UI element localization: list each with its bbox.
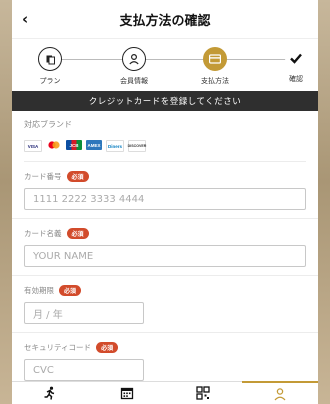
- calendar-icon: [120, 387, 133, 400]
- visa-logo: VISA: [24, 140, 42, 152]
- background-right: [318, 0, 330, 404]
- nav-mypage[interactable]: [241, 381, 318, 404]
- card-name-input[interactable]: YOUR NAME: [24, 245, 306, 267]
- amex-logo: AMEX: [86, 140, 102, 150]
- credit-card-icon: [203, 47, 227, 71]
- jcb-logo: JCB: [66, 140, 82, 150]
- step-confirm: 確認: [266, 47, 318, 84]
- background-left: [0, 0, 12, 404]
- card-number-field: カード番号 必須 1111 2222 3333 4444: [12, 162, 318, 219]
- nav-run[interactable]: [12, 382, 89, 404]
- step-payment: 支払方法: [185, 47, 245, 86]
- bottom-nav: [12, 381, 318, 404]
- user-icon: [122, 47, 146, 71]
- instruction-banner: クレジットカードを登録してください: [12, 91, 318, 111]
- required-badge: 必須: [96, 342, 119, 353]
- step-label: 確認: [289, 75, 303, 83]
- brand-logos: VISA JCB AMEX Diners DISCOVER: [24, 140, 306, 152]
- required-badge: 必須: [66, 228, 89, 239]
- back-icon[interactable]: ‹: [22, 10, 28, 28]
- card-name-label: カード名義: [24, 229, 62, 238]
- nav-qr[interactable]: [165, 382, 242, 404]
- user-icon: [274, 387, 286, 400]
- step-label: 支払方法: [201, 77, 229, 85]
- run-icon: [44, 386, 55, 400]
- diners-logo: Diners: [106, 140, 124, 152]
- card-number-input[interactable]: 1111 2222 3333 4444: [24, 188, 306, 210]
- cvc-label: セキュリティコード: [24, 343, 92, 352]
- expiry-label: 有効期限: [24, 286, 54, 295]
- expiry-field: 有効期限 必須 月 / 年: [12, 276, 318, 333]
- card-number-label: カード番号: [24, 172, 62, 181]
- step-label: プラン: [39, 77, 61, 85]
- check-icon: [285, 47, 307, 69]
- nav-calendar[interactable]: [89, 382, 166, 404]
- progress-steps: プラン 会員情報 支払方法 確認: [12, 39, 318, 91]
- field-label-row: 有効期限 必須: [24, 285, 306, 296]
- document-icon: [38, 47, 62, 71]
- field-label-row: セキュリティコード 必須: [24, 342, 306, 353]
- discover-logo: DISCOVER: [128, 140, 146, 152]
- step-member: 会員情報: [104, 47, 164, 86]
- brands-title: 対応ブランド: [24, 120, 72, 129]
- step-plan: プラン: [20, 47, 80, 86]
- cvc-input[interactable]: CVC: [24, 359, 144, 381]
- required-badge: 必須: [59, 285, 82, 296]
- header: ‹ 支払方法の確認: [12, 0, 318, 39]
- field-label-row: カード番号 必須: [24, 171, 306, 182]
- field-label-row: カード名義 必須: [24, 228, 306, 239]
- brands-section: 対応ブランド VISA JCB AMEX Diners DISCOVER: [12, 111, 318, 162]
- page-title: 支払方法の確認: [119, 13, 211, 29]
- step-label: 会員情報: [120, 77, 148, 85]
- card-name-field: カード名義 必須 YOUR NAME: [12, 219, 318, 276]
- expiry-input[interactable]: 月 / 年: [24, 302, 144, 324]
- required-badge: 必須: [66, 171, 89, 182]
- app-panel: ‹ 支払方法の確認 プラン 会員情報 支払方法 確認 クレジットカードを登録して…: [12, 0, 318, 404]
- mastercard-logo: [46, 140, 62, 150]
- qr-icon: [196, 386, 210, 400]
